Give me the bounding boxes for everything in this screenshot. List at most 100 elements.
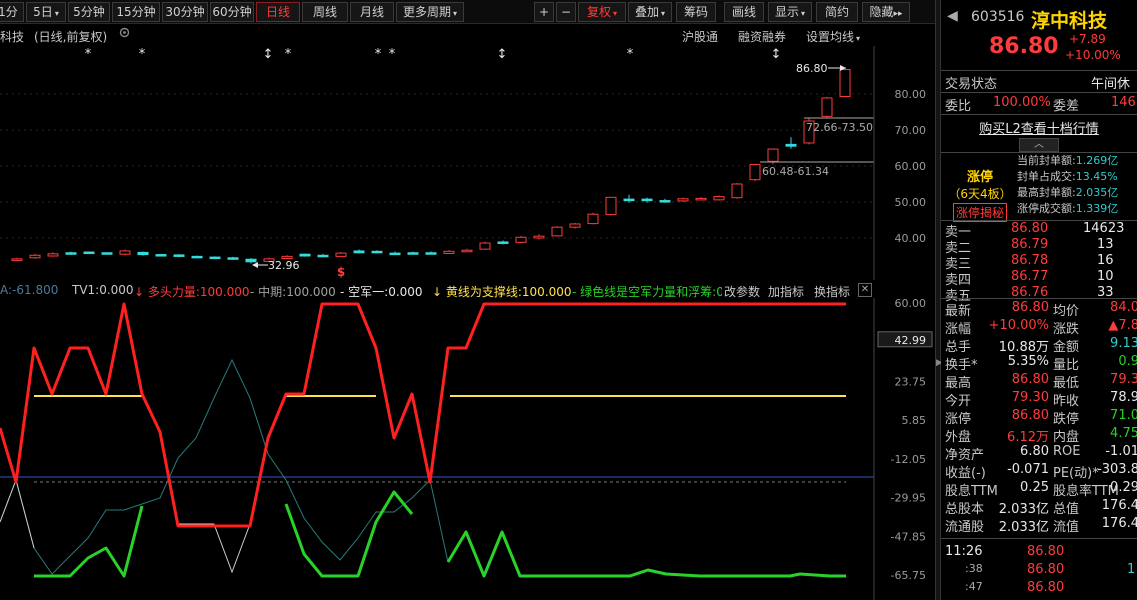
event-marker: * (285, 47, 292, 62)
quote-value: 0.25 (1020, 480, 1049, 495)
period-5min-button[interactable]: 5分钟 (68, 2, 110, 22)
ma-settings-label: 设置均线 (806, 30, 855, 44)
margin-trading-link[interactable]: 融资融券 (738, 28, 786, 45)
candle-body (659, 200, 671, 203)
quote-label: 涨跌 (1053, 322, 1080, 337)
period-15min-button[interactable]: 15分钟 (112, 2, 160, 22)
quote-value: 10.88万 (998, 340, 1049, 355)
order-volume: 13 (1097, 237, 1114, 252)
stock-code: 603516 (971, 9, 1025, 25)
display-button[interactable]: 显示 ▾ (768, 2, 812, 22)
last-price: 86.80 (989, 34, 1059, 59)
max-seal-value: 2.035亿 (1075, 186, 1119, 199)
hide-button[interactable]: 隐藏▸▸ (862, 2, 910, 22)
seal-ratio-label: 封单占成交: (1017, 170, 1076, 183)
candle-body (425, 252, 437, 255)
quote-row: 涨幅 +10.00% 涨跌 ▲7.8 (941, 318, 1137, 337)
collapse-up-icon[interactable]: ︿ (1019, 138, 1059, 152)
quote-value: 86.80 (1011, 300, 1049, 315)
candle-body (173, 254, 185, 257)
quote-value: -0.071 (1007, 462, 1049, 477)
quote-row: 涨停 86.80 跌停 71.0 (941, 408, 1137, 427)
high-price-annotation: 86.80 (796, 62, 828, 75)
quote-row: 今开 79.30 昨收 78.9 (941, 390, 1137, 409)
quote-label: 金额 (1053, 340, 1080, 355)
indicator-axis-tick: -65.75 (891, 569, 926, 582)
adjust-button[interactable]: 复权 ▾ (578, 2, 626, 22)
limit-up-block: 涨停 （6天4板） 涨停揭秘 (947, 166, 1013, 222)
chevron-down-icon: ▾ (856, 34, 861, 43)
quote-label: 跌停 (1053, 412, 1080, 427)
order-volume: 10 (1097, 269, 1114, 284)
candle-body (11, 258, 23, 261)
period-monthly-button[interactable]: 月线 (350, 2, 394, 22)
simple-mode-button[interactable]: 简约 (816, 2, 858, 22)
candle-body (119, 250, 131, 255)
candle-body (191, 255, 203, 259)
candle-body (29, 254, 41, 259)
quote-value: ▲7.8 (1108, 318, 1137, 333)
quote-value: 176.4 (1101, 516, 1137, 531)
candle-body (641, 198, 653, 202)
quote-value: 79.30 (1011, 390, 1049, 405)
limit-turnover-row: 涨停成交额:1.339亿 (1017, 201, 1137, 217)
quote-value: 6.80 (1020, 444, 1049, 459)
bid-ratio-row: 委比 100.00% 委差 146 (941, 95, 1137, 114)
period-60min-button[interactable]: 60分钟 (210, 2, 254, 22)
l2-link-row: 购买L2查看十档行情 (941, 118, 1137, 137)
ma-settings-link[interactable]: 设置均线 ▾ (806, 28, 860, 45)
tick-time: 11:26 (945, 544, 983, 559)
more-periods-button[interactable]: 更多周期 ▾ (396, 2, 464, 22)
indicator-axis-tick: 23.75 (895, 375, 927, 388)
quote-label: 净资产 (945, 448, 985, 463)
close-icon[interactable]: ✕ (858, 283, 872, 297)
chips-button[interactable]: 筹码 (676, 2, 716, 22)
hk-connect-link[interactable]: 沪股通 (682, 28, 718, 45)
zoom-in-button[interactable]: + (534, 2, 554, 22)
period-30min-button[interactable]: 30分钟 (162, 2, 208, 22)
candle-body (47, 253, 59, 257)
tick-price: 86.80 (1027, 544, 1065, 559)
quote-label: 股息TTM (945, 484, 998, 499)
quote-label: 昨收 (1053, 394, 1080, 409)
quote-value: 71.0 (1110, 408, 1137, 423)
order-volume: 14623 (1083, 221, 1125, 236)
price-axis-tick: 80.00 (895, 88, 927, 101)
short-force-line (34, 505, 144, 578)
buy-l2-link[interactable]: 购买L2查看十档行情 (979, 122, 1099, 137)
quote-row: 总手 10.88万 金额 9.13 (941, 336, 1137, 355)
candle-body (83, 251, 95, 255)
quote-value: 5.35% (1007, 354, 1049, 369)
gear-icon[interactable] (118, 26, 131, 42)
range-annotation: 72.66-73.50 (806, 121, 873, 134)
quote-value: 9.13 (1110, 336, 1137, 351)
candle-body (695, 197, 707, 201)
candle-body (713, 196, 725, 201)
prev-stock-icon[interactable]: ◀ (947, 8, 958, 24)
order-volume: 16 (1097, 253, 1114, 268)
indicator-axis-tick: 5.85 (902, 414, 927, 427)
period-5day-button[interactable]: 5日 ▾ (26, 2, 66, 22)
limit-up-stats: 当前封单额:1.269亿 封单占成交:13.45% 最高封单额:2.035亿 涨… (1017, 153, 1137, 217)
dollar-marker: $ (337, 265, 345, 279)
short-force-line (446, 530, 846, 578)
event-marker: * (85, 47, 92, 62)
max-seal-row: 最高封单额:2.035亿 (1017, 185, 1137, 201)
candle-body (155, 254, 167, 257)
draw-line-button[interactable]: 画线 (724, 2, 764, 22)
period-daily-button[interactable]: 日线 (256, 2, 300, 22)
price-change-pct: +10.00% (1065, 48, 1121, 62)
quote-label: 最新 (945, 304, 972, 319)
period-weekly-button[interactable]: 周线 (302, 2, 348, 22)
candlestick-chart[interactable]: * * ↕ * * * ↕ * ↕ $ 86.80 72.66-73.50 60.48-61.34 32… (0, 46, 936, 280)
candle-body (551, 226, 563, 237)
quote-value: 0.29 (1110, 480, 1137, 495)
period-1min-button[interactable]: 1分 (0, 2, 24, 22)
price-axis-tick: 70.00 (895, 124, 927, 137)
order-price: 86.77 (1011, 269, 1049, 284)
candle-body (605, 196, 617, 216)
indicator-chart[interactable]: 60.0041.6523.755.85-12.05-29.95-47.85-65… (0, 298, 936, 600)
tick-time: :47 (965, 580, 983, 593)
overlay-button[interactable]: 叠加 ▾ (628, 2, 672, 22)
zoom-out-button[interactable]: − (556, 2, 576, 22)
